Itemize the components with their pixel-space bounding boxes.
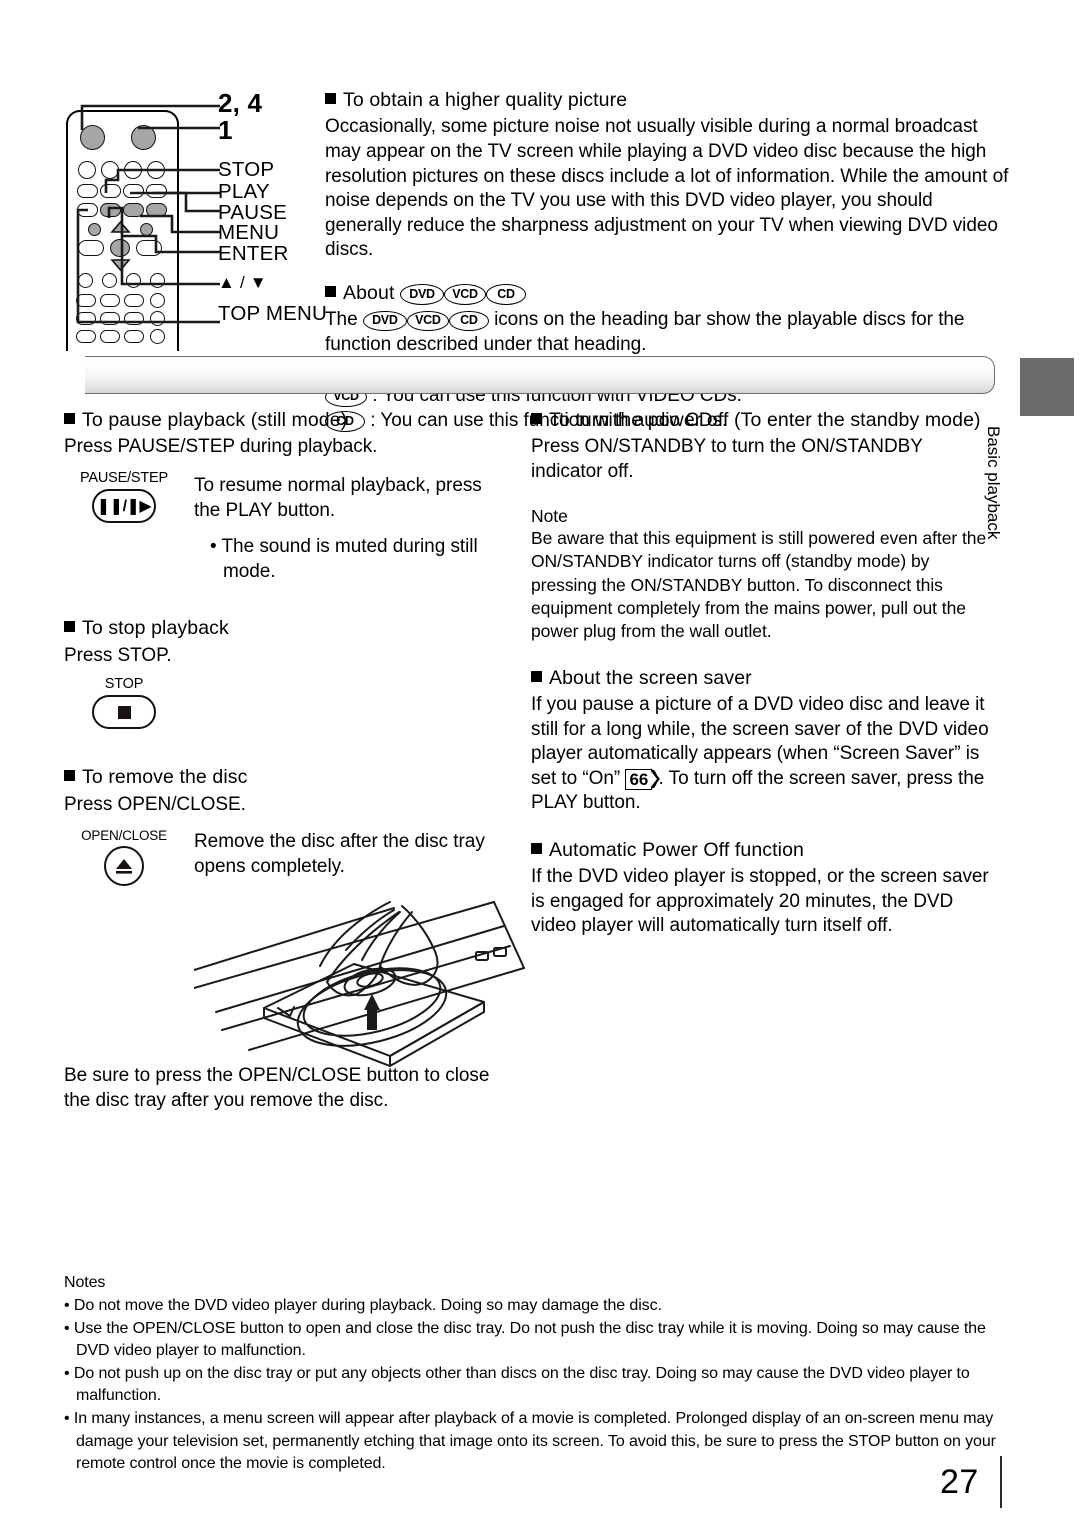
callout-label-enter: ENTER <box>218 242 289 265</box>
heading-about-disc-icons: About DVD VCD CD <box>325 281 1010 305</box>
paragraph-stop-press: Press STOP. <box>64 644 172 666</box>
notes-section: Notes Do not move the DVD video player d… <box>64 1272 1014 1475</box>
pause-step-icon: ❚❚/❚▶ <box>96 497 152 515</box>
stop-key-figure: STOP <box>64 676 184 730</box>
about-line1-prefix: The <box>325 309 358 331</box>
remove-figure-row: OPEN/CLOSE Remove the disc after the dis… <box>64 828 504 887</box>
heading-text: To stop playback <box>82 617 229 640</box>
open-close-key-caption: OPEN/CLOSE <box>81 828 167 844</box>
heading-text: To obtain a higher quality picture <box>343 89 628 111</box>
note-body: Be aware that this equipment is still po… <box>531 528 987 642</box>
callout-label-stop: STOP <box>218 158 275 181</box>
cd-badge-icon: CD <box>448 310 489 332</box>
section-heading-bar <box>85 356 995 394</box>
paragraph-remove-after-open: Remove the disc after the disc tray open… <box>194 831 485 877</box>
bullet-square-icon <box>531 413 542 424</box>
manual-page: 2, 4 1 STOP PLAY PAUSE MENU ENTER ▲ / ▼ … <box>0 0 1080 1526</box>
note-item: Do not move the DVD video player during … <box>64 1295 1014 1317</box>
dvd-badge-icon: DVD <box>362 310 407 332</box>
note-item: Use the OPEN/CLOSE button to open and cl… <box>64 1318 1014 1362</box>
stop-key-caption: STOP <box>104 676 144 693</box>
bullet-square-icon <box>64 621 75 633</box>
heading-auto-power-off: Automatic Power Off function <box>531 838 996 862</box>
paragraph-close-tray: Be sure to press the OPEN/CLOSE button t… <box>64 1065 490 1111</box>
callout-label-1: 1 <box>218 115 233 145</box>
note-title: Note <box>531 505 568 526</box>
top-illustration-area: 2, 4 1 STOP PLAY PAUSE MENU ENTER ▲ / ▼ … <box>0 0 1080 432</box>
paragraph-about-icons-line1: The DVD VCD CD icons on the heading bar sh… <box>325 308 1010 333</box>
paragraph-power-off: Press ON/STANDBY to turn the ON/STANDBY … <box>531 436 923 482</box>
pause-figure-row: PAUSE/STEP ❚❚/❚▶ To resume normal playba… <box>64 470 504 584</box>
bullet-square-icon <box>325 93 336 104</box>
paragraph-auto-power-off: If the DVD video player is stopped, or t… <box>531 866 989 937</box>
vcd-badge-icon: VCD <box>406 310 449 332</box>
paragraph-resume-playback: To resume normal playback, press the PLA… <box>194 474 482 521</box>
about-line1-suffix: icons on the heading bar show the playab… <box>494 309 965 331</box>
bullet-square-icon <box>325 285 336 297</box>
callout-label-up-down: ▲ / ▼ <box>218 273 267 292</box>
heading-text: To remove the disc <box>82 766 248 789</box>
page-number-rule <box>1000 1456 1002 1508</box>
left-column: To pause playback (still mode) Press PAU… <box>64 408 525 1113</box>
paragraph-remove-press: Press OPEN/CLOSE. <box>64 793 246 815</box>
bullet-square-icon <box>64 770 75 782</box>
heading-turn-power-off: To turn the power off (To enter the stan… <box>531 408 996 432</box>
pause-step-key-button: ❚❚/❚▶ <box>92 488 156 523</box>
bullet-sound-muted-text: The sound is muted during still mode. <box>221 536 478 582</box>
vcd-badge-icon: VCD <box>444 284 486 305</box>
stop-key-button <box>92 695 156 730</box>
note-item: In many instances, a menu screen will ap… <box>64 1408 1014 1474</box>
notes-title: Notes <box>64 1274 106 1291</box>
heading-text: Automatic Power Off function <box>549 838 804 861</box>
heading-text: About the screen saver <box>549 666 752 689</box>
bullet-square-icon <box>64 413 75 424</box>
heading-text: About <box>343 281 395 304</box>
heading-higher-quality-picture: To obtain a higher quality picture <box>325 88 1010 112</box>
bullet-square-icon <box>531 670 542 682</box>
stop-square-icon <box>117 705 131 719</box>
heading-pause-playback: To pause playback (still mode) <box>64 408 504 432</box>
pause-figure-text: To resume normal playback, press the PLA… <box>184 470 504 584</box>
remove-figure-text: Remove the disc after the disc tray open… <box>184 828 504 879</box>
bullet-square-icon <box>531 842 542 854</box>
page-number: 27 <box>940 1463 979 1501</box>
heading-screen-saver: About the screen saver <box>531 666 996 690</box>
side-tab-marker <box>1020 358 1074 416</box>
paragraph-higher-quality-picture: Occasionally, some picture noise not usu… <box>325 116 1009 261</box>
pause-step-key-caption: PAUSE/STEP <box>80 469 168 486</box>
bullet-sound-muted: • The sound is muted during still mode. <box>210 536 478 582</box>
cd-badge-icon: CD <box>486 284 526 305</box>
heading-text: To pause playback (still mode) <box>82 409 348 431</box>
note-item: Do not push up on the disc tray or put a… <box>64 1363 1014 1407</box>
paragraph-screen-saver: If you pause a picture of a DVD video di… <box>531 693 996 816</box>
pause-step-key-figure: PAUSE/STEP ❚❚/❚▶ <box>64 470 184 523</box>
eject-icon <box>116 859 132 874</box>
page-reference-badge[interactable]: 66 <box>625 768 661 791</box>
dvd-badge-icon: DVD <box>400 284 444 305</box>
right-column: To turn the power off (To enter the stan… <box>531 408 996 939</box>
notes-list: Do not move the DVD video player during … <box>64 1295 1014 1475</box>
open-close-key-figure: OPEN/CLOSE <box>64 828 184 887</box>
open-close-key-button <box>104 846 144 887</box>
callout-label-top-menu: TOP MENU <box>218 302 328 325</box>
heading-remove-disc: To remove the disc <box>64 765 504 789</box>
paragraph-pause-press: Press PAUSE/STEP during playback. <box>64 436 378 458</box>
disc-tray-illustration <box>64 890 525 1068</box>
side-chapter-tab: Basic playback <box>984 358 1074 573</box>
heading-stop-playback: To stop playback <box>64 616 504 640</box>
heading-text: To turn the power off (To enter the stan… <box>549 409 981 431</box>
paragraph-about-icons-line2: function described under that heading. <box>325 333 647 355</box>
